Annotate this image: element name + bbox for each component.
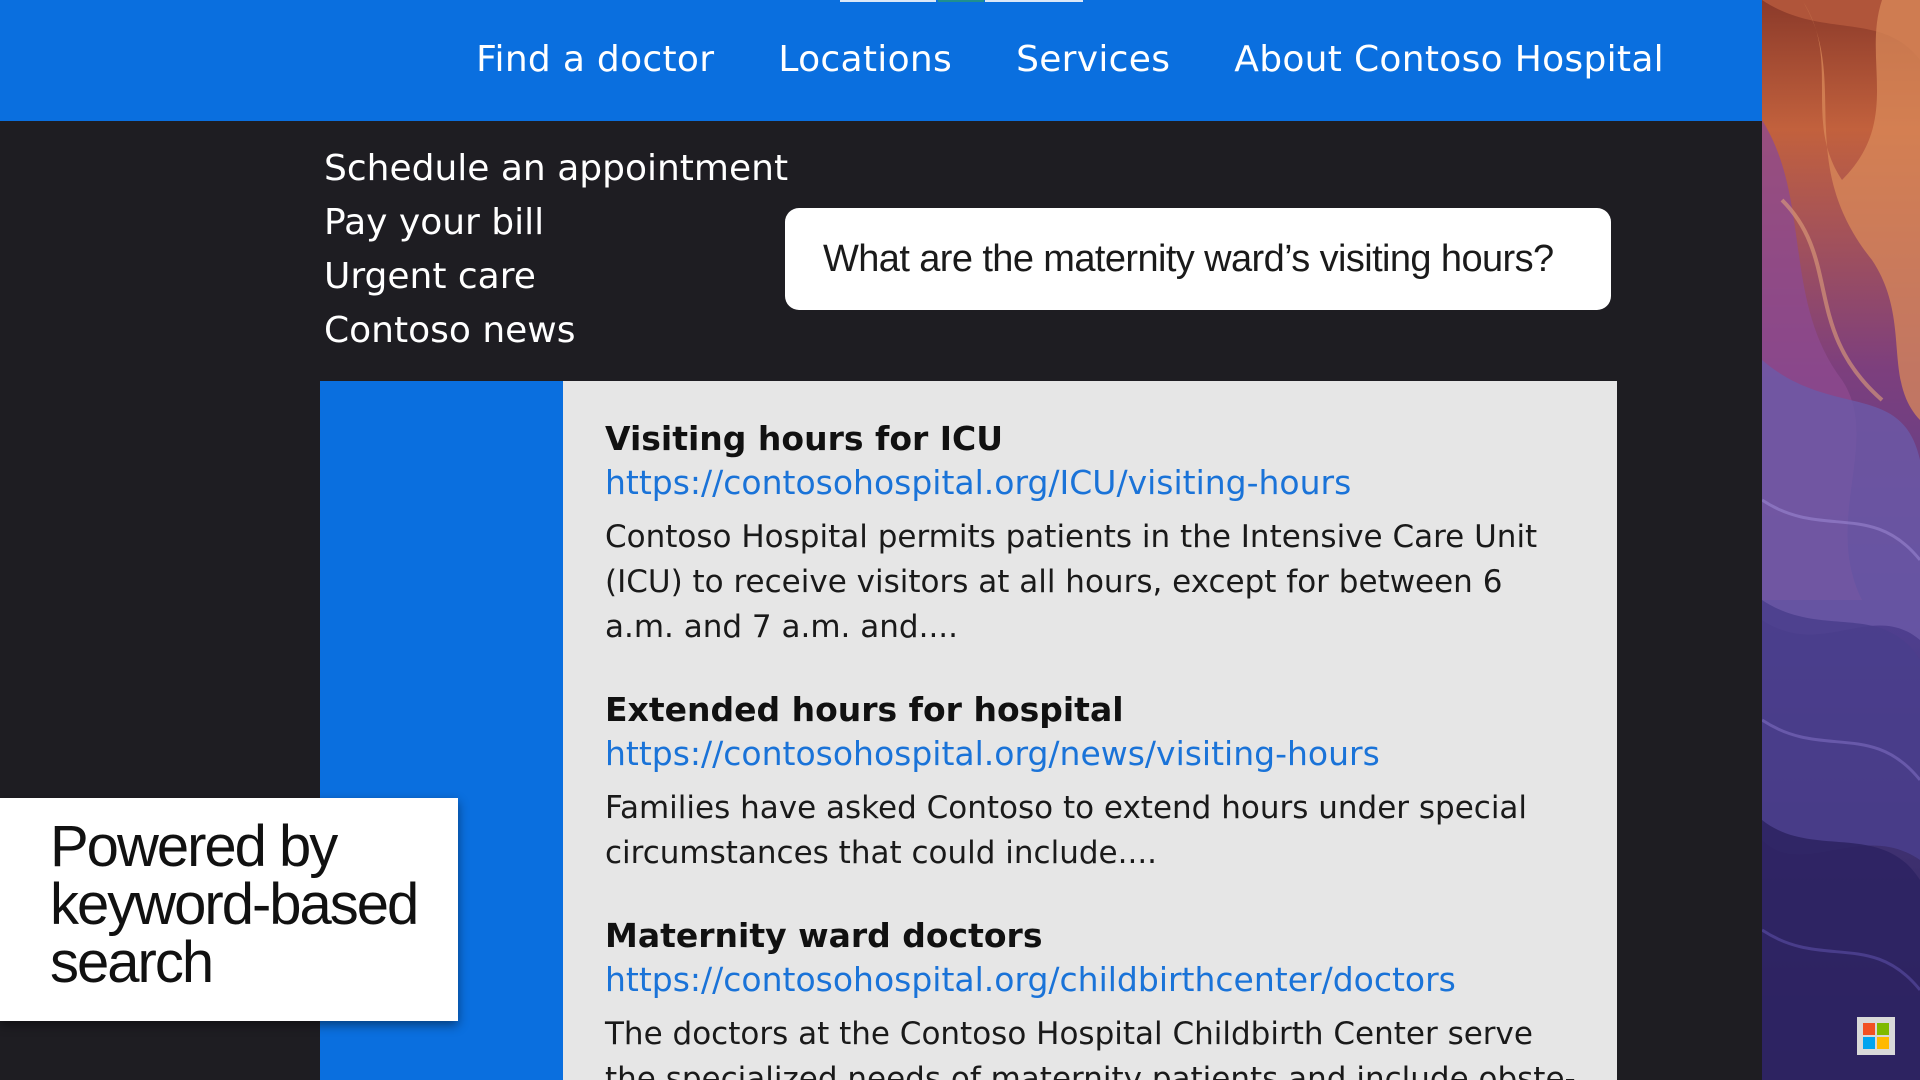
top-navigation-bar: Find a doctor Locations Services About C…	[0, 0, 1762, 121]
search-result: Visiting hours for ICU https://contosoho…	[605, 417, 1577, 650]
quick-link-schedule-appointment[interactable]: Schedule an appointment	[324, 142, 788, 196]
quick-link-urgent-care[interactable]: Urgent care	[324, 250, 788, 304]
logo-square-red	[1863, 1023, 1875, 1035]
quick-link-contoso-news[interactable]: Contoso news	[324, 304, 788, 358]
background-art	[1762, 0, 1920, 1080]
caption-card: Powered by keyword-based search	[0, 798, 458, 1021]
nav-about[interactable]: About Contoso Hospital	[1234, 36, 1664, 84]
result-url-link[interactable]: https://contosohospital.org/childbirthce…	[605, 958, 1577, 1002]
four-square-logo-icon	[1857, 1017, 1895, 1055]
search-results: Visiting hours for ICU https://contosoho…	[563, 381, 1617, 1080]
result-url-link[interactable]: https://contosohospital.org/news/visitin…	[605, 732, 1577, 776]
caption-text: Powered by keyword-based search	[50, 814, 419, 995]
logo-square-yellow	[1877, 1037, 1889, 1049]
result-description: Contoso Hospital permits patients in the…	[605, 519, 1538, 645]
nav-indicator	[840, 0, 936, 2]
result-description: The doctors at the Contoso Hospital Chil…	[605, 1016, 1576, 1080]
abstract-wave-art	[1762, 0, 1920, 1080]
search-box	[785, 208, 1611, 310]
result-title: Maternity ward doctors	[605, 916, 1043, 955]
nav-indicator	[985, 0, 1083, 2]
nav-locations[interactable]: Locations	[778, 36, 952, 84]
nav-services[interactable]: Services	[1016, 36, 1170, 84]
result-title: Extended hours for hospital	[605, 690, 1124, 729]
result-title: Visiting hours for ICU	[605, 419, 1004, 458]
nav-indicator	[938, 0, 984, 2]
quick-link-pay-bill[interactable]: Pay your bill	[324, 196, 788, 250]
main-nav: Find a doctor Locations Services About C…	[476, 36, 1664, 84]
logo-square-blue	[1863, 1037, 1875, 1049]
quick-links: Schedule an appointment Pay your bill Ur…	[324, 142, 788, 358]
search-result: Extended hours for hospital https://cont…	[605, 688, 1577, 876]
logo-square-green	[1877, 1023, 1889, 1035]
nav-find-a-doctor[interactable]: Find a doctor	[476, 36, 714, 84]
search-input[interactable]	[821, 236, 1575, 282]
search-result: Maternity ward doctors https://contosoho…	[605, 914, 1577, 1080]
result-url-link[interactable]: https://contosohospital.org/ICU/visiting…	[605, 461, 1577, 505]
result-description: Families have asked Contoso to extend ho…	[605, 790, 1528, 871]
